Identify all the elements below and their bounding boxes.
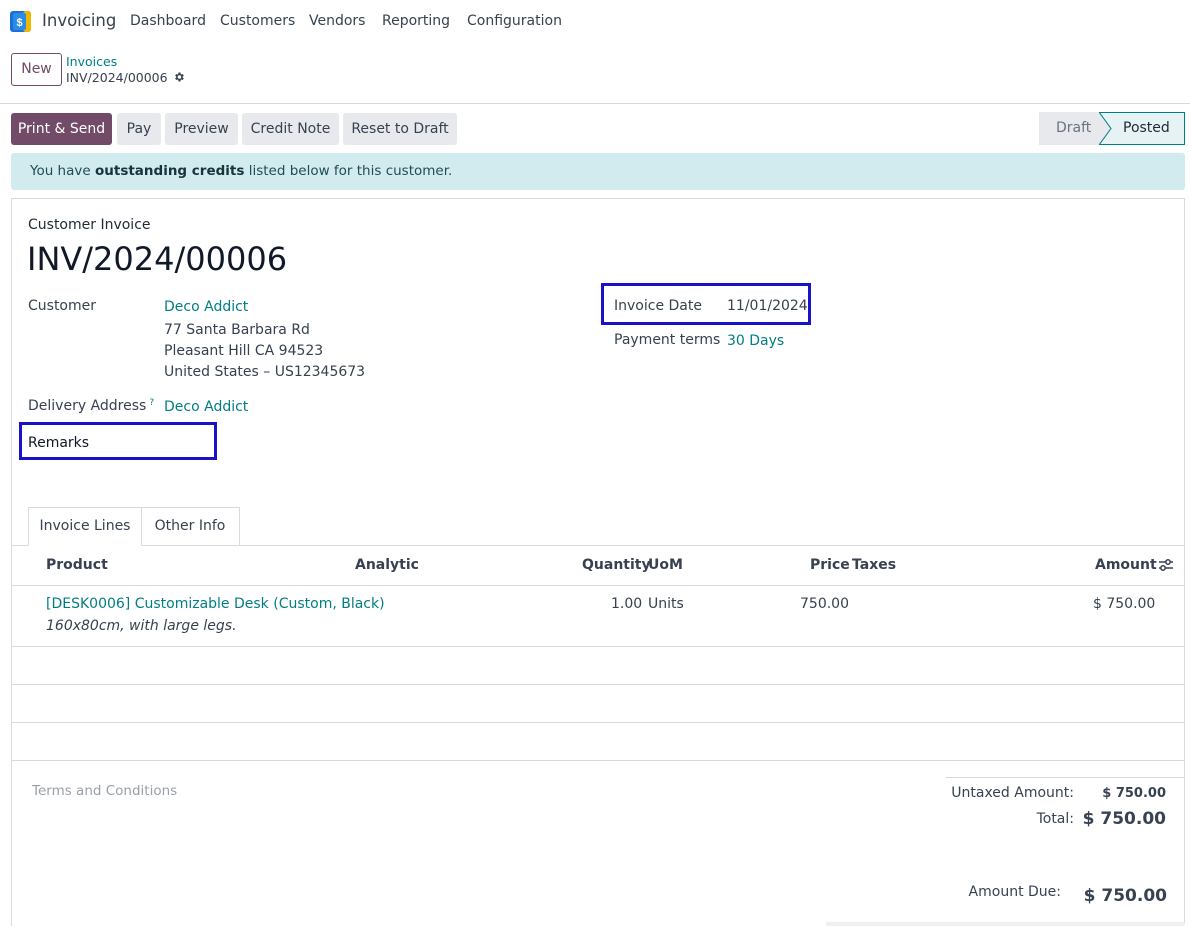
control-panel-divider [0, 103, 1190, 104]
menu-dashboard[interactable]: Dashboard [130, 13, 206, 29]
address-line-3: United States – US12345673 [164, 364, 366, 380]
breadcrumb-invoices[interactable]: Invoices [66, 54, 117, 69]
row-product[interactable]: [DESK0006] Customizable Desk (Custom, Bl… [46, 596, 385, 612]
row-divider [12, 722, 1185, 723]
gear-icon[interactable] [173, 71, 185, 83]
new-button[interactable]: New [11, 53, 62, 86]
totals-divider [946, 777, 1185, 778]
tab-other-info[interactable]: Other Info [141, 507, 240, 546]
alert-outstanding-credits[interactable]: outstanding credits [95, 163, 244, 179]
col-quantity[interactable]: Quantity [582, 557, 651, 573]
credit-note-button[interactable]: Credit Note [242, 113, 339, 145]
invoice-date-value[interactable]: 11/01/2024 [727, 298, 808, 314]
outstanding-credits-alert: You have outstanding credits listed belo… [11, 153, 1185, 190]
col-product[interactable]: Product [46, 557, 108, 573]
invoicing-app-icon[interactable]: $ [10, 11, 31, 32]
row-amount: $ 750.00 [1093, 596, 1156, 612]
delivery-address-link[interactable]: Deco Addict [164, 399, 248, 415]
table-header-divider [12, 585, 1185, 586]
col-analytic[interactable]: Analytic [355, 557, 419, 573]
payment-terms-value[interactable]: 30 Days [727, 333, 784, 349]
delivery-address-label: Delivery Address? [28, 398, 154, 414]
top-navbar: $ Invoicing Dashboard Customers Vendors … [0, 0, 1190, 44]
delivery-address-label-text: Delivery Address [28, 398, 147, 414]
address-line-2: Pleasant Hill CA 94523 [164, 343, 324, 359]
alert-suffix: listed below for this customer. [244, 163, 453, 179]
print-send-button[interactable]: Print & Send [11, 113, 112, 145]
invoice-date-label: Invoice Date [614, 298, 702, 314]
row-description: 160x80cm, with large legs. [46, 618, 237, 634]
menu-configuration[interactable]: Configuration [467, 13, 562, 29]
address-line-1: 77 Santa Barbara Rd [164, 322, 310, 338]
row-uom[interactable]: Units [648, 596, 684, 612]
row-divider [12, 684, 1185, 685]
totals-bottom-bar [826, 922, 1185, 926]
untaxed-amount-value: $ 750.00 [1102, 786, 1166, 801]
customer-label: Customer [28, 298, 97, 314]
row-divider [12, 760, 1185, 761]
row-quantity[interactable]: 1.00 [611, 596, 642, 612]
amount-due-label: Amount Due: [968, 884, 1061, 900]
pay-button[interactable]: Pay [117, 113, 161, 145]
svg-text:$: $ [16, 17, 22, 29]
invoice-type-label: Customer Invoice [28, 217, 151, 233]
menu-vendors[interactable]: Vendors [309, 13, 365, 29]
status-bar: Draft Posted [1039, 112, 1185, 145]
app-name[interactable]: Invoicing [42, 11, 116, 30]
menu-customers[interactable]: Customers [220, 13, 295, 29]
col-amount[interactable]: Amount [1095, 557, 1157, 573]
help-icon[interactable]: ? [149, 398, 154, 408]
preview-button[interactable]: Preview [165, 113, 238, 145]
reset-to-draft-button[interactable]: Reset to Draft [343, 113, 457, 145]
status-arrow-icon [1099, 112, 1112, 145]
col-uom[interactable]: UoM [648, 557, 683, 573]
row-price[interactable]: 750.00 [800, 596, 849, 612]
total-value: $ 750.00 [1082, 809, 1166, 829]
col-price[interactable]: Price [810, 557, 850, 573]
tab-divider [12, 545, 1185, 546]
row-divider [12, 646, 1185, 647]
column-settings-icon[interactable] [1158, 557, 1174, 573]
tab-invoice-lines[interactable]: Invoice Lines [28, 507, 142, 546]
untaxed-amount-label: Untaxed Amount: [951, 785, 1074, 801]
terms-and-conditions-field[interactable]: Terms and Conditions [32, 783, 177, 799]
amount-due-value: $ 750.00 [1083, 886, 1167, 906]
col-taxes[interactable]: Taxes [852, 557, 896, 573]
total-label: Total: [1036, 811, 1074, 827]
customer-link[interactable]: Deco Addict [164, 299, 248, 315]
menu-reporting[interactable]: Reporting [382, 13, 450, 29]
payment-terms-label: Payment terms [614, 332, 721, 348]
breadcrumb-current: INV/2024/00006 [66, 70, 168, 85]
invoice-number: INV/2024/00006 [27, 240, 288, 278]
remarks-label[interactable]: Remarks [28, 435, 89, 451]
alert-prefix: You have [30, 163, 95, 179]
